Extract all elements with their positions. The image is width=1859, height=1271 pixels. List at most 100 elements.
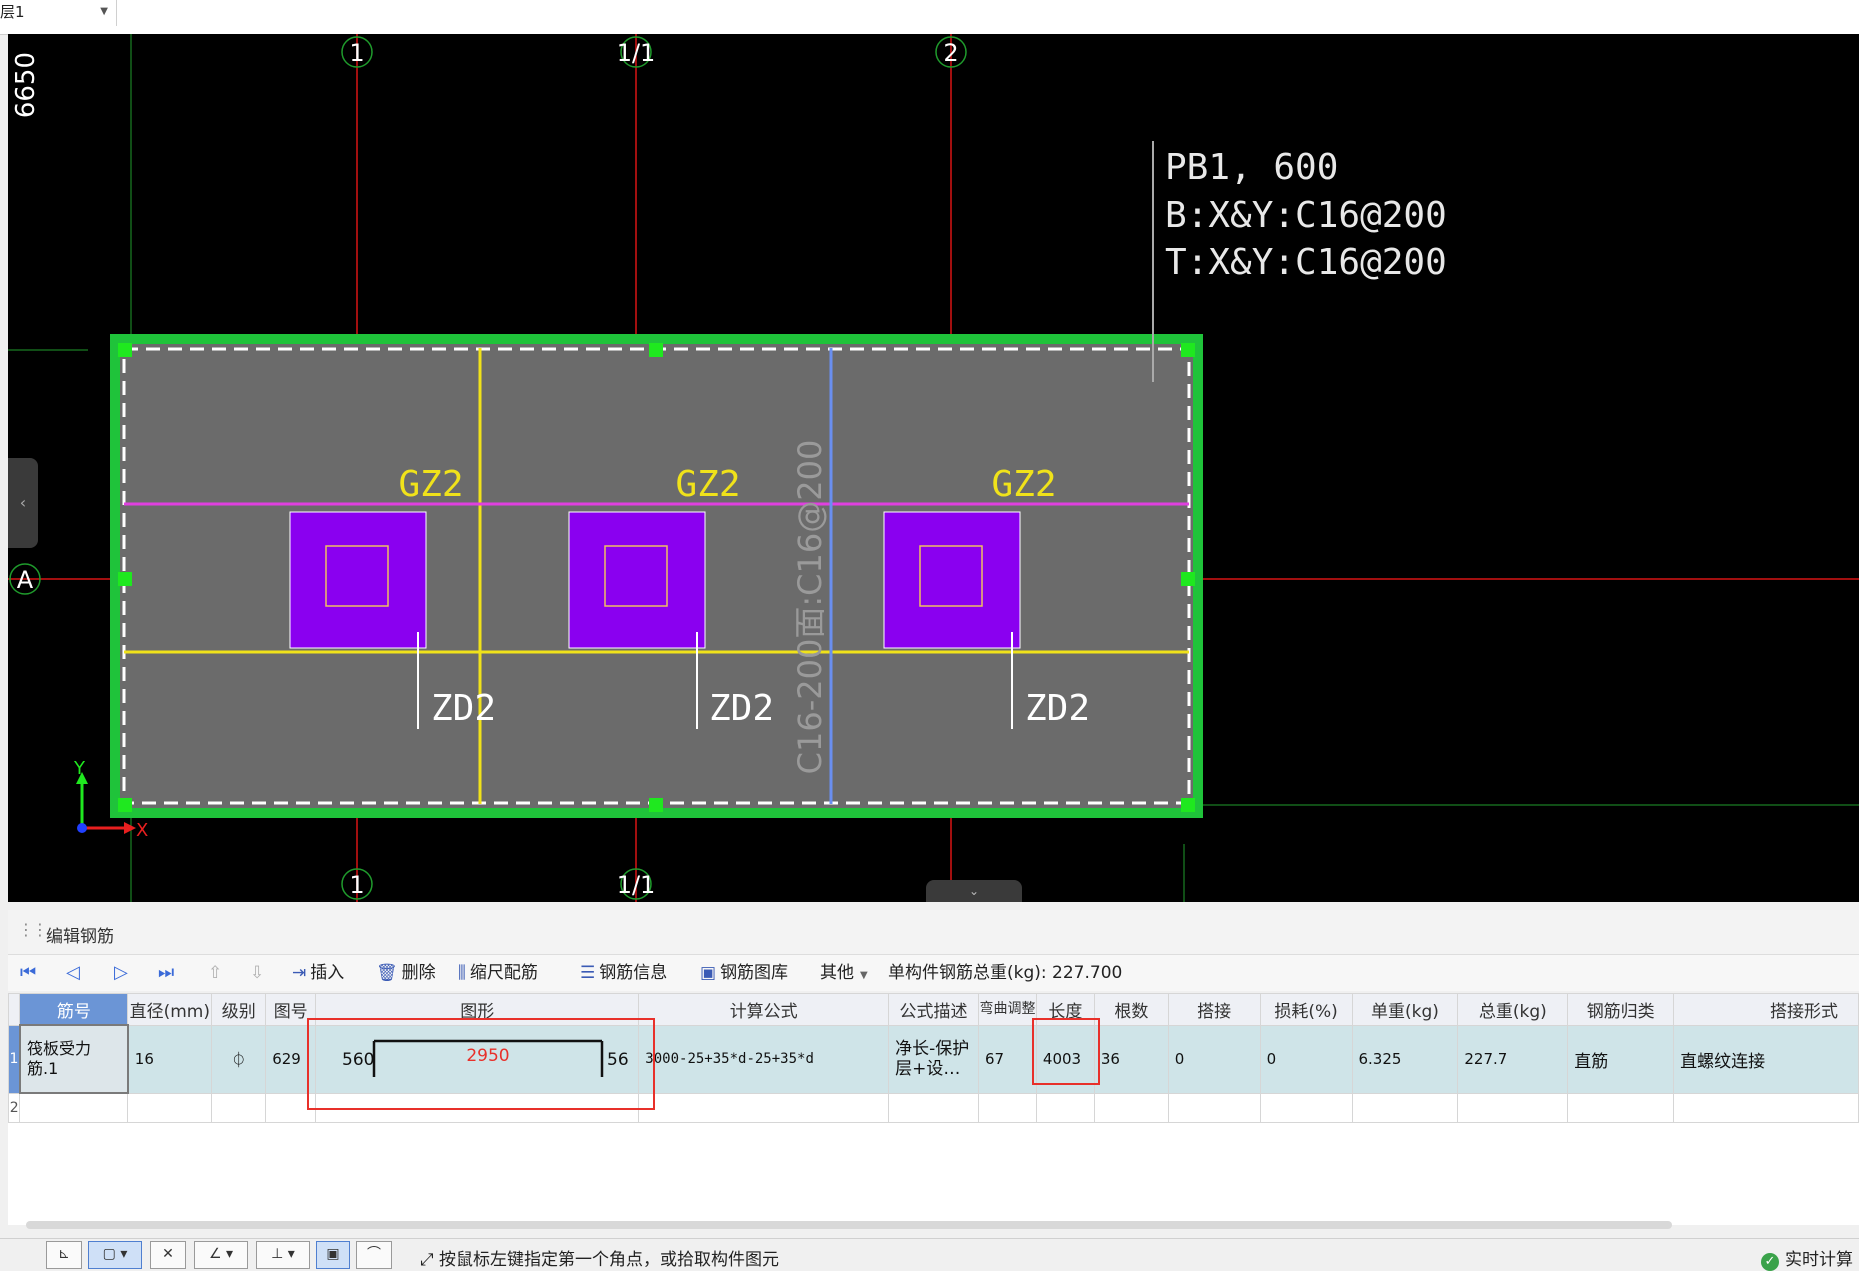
empty-cell[interactable]: [1351, 1092, 1459, 1123]
panel-title: 编辑钢筋: [46, 927, 114, 947]
drawing-canvas[interactable]: 6650 1 1/1 2 1 1/1 2 A: [8, 34, 1859, 902]
insert-icon: ⇥: [292, 963, 307, 983]
empty-cell[interactable]: [1673, 1092, 1859, 1123]
column-header[interactable]: 筋号: [19, 993, 129, 1026]
empty-cell[interactable]: [265, 1092, 317, 1123]
cell-lap[interactable]: 0: [1167, 1024, 1261, 1094]
grip-point[interactable]: [649, 798, 663, 812]
rebar-toolbar: ⏮ ◁ ▷ ⏭ ⇧ ⇩ ⇥ 插入 🗑 删除 ⫼ 缩尺配筋 ☰ 钢筋信息 ▣ 钢筋图库 其他…: [8, 955, 1859, 991]
empty-cell[interactable]: [1093, 1092, 1169, 1123]
layer-dropdown[interactable]: 层1 ▼: [0, 0, 117, 26]
empty-cell[interactable]: [1567, 1092, 1675, 1123]
empty-cell[interactable]: [19, 1092, 129, 1123]
cross-tool-icon[interactable]: ✕: [150, 1241, 186, 1269]
rect-select-tool-icon[interactable]: ▢ ▾: [88, 1241, 142, 1269]
cell-count[interactable]: 36: [1093, 1024, 1169, 1094]
cad-drawing[interactable]: 6650 1 1/1 2 1 1/1 2 A: [8, 34, 1859, 902]
column-header[interactable]: 长度: [1035, 993, 1095, 1026]
arc-tool-icon[interactable]: ⌒: [356, 1241, 392, 1269]
rebar-table: 筋号 直径(mm) 级别 图号 图形 计算公式 公式描述 弯曲调整 长度 根数 …: [7, 993, 1859, 1225]
empty-cell[interactable]: [127, 1092, 213, 1123]
ortho-tool-icon[interactable]: ⊾: [46, 1241, 82, 1269]
empty-cell[interactable]: [211, 1092, 267, 1123]
gz-label: GZ2: [398, 464, 463, 505]
cell-formula-desc[interactable]: 净长-保护层+设…: [888, 1024, 979, 1094]
shape-right-length[interactable]: 560: [607, 1050, 628, 1070]
column-zd2[interactable]: [568, 511, 706, 649]
cell-fig-no[interactable]: 629: [265, 1024, 317, 1094]
empty-cell[interactable]: [1035, 1092, 1095, 1123]
check-circle-icon: ✓: [1761, 1253, 1779, 1271]
empty-cell[interactable]: [978, 1092, 1037, 1123]
column-header[interactable]: 弯曲调整: [978, 993, 1037, 1026]
cell-formula[interactable]: 3000-25+35*d-25+35*d: [638, 1024, 890, 1094]
column-zd2[interactable]: [289, 511, 427, 649]
prev-record-icon[interactable]: ◁: [66, 961, 80, 985]
scale-rebar-button[interactable]: ⫼ 缩尺配筋: [458, 961, 538, 985]
column-header[interactable]: 钢筋归类: [1567, 993, 1675, 1026]
table-row[interactable]: 1 筏板受力筋.1 16 ⏀ 629 560 2950 560 3000-25+…: [7, 1024, 1859, 1094]
row-number[interactable]: 1: [7, 1024, 21, 1094]
next-record-icon[interactable]: ▷: [114, 961, 128, 985]
column-header[interactable]: 计算公式: [638, 993, 890, 1026]
cell-shape[interactable]: 560 2950 560: [315, 1024, 640, 1094]
first-record-icon[interactable]: ⏮: [20, 961, 36, 985]
collapse-left-tab[interactable]: ‹: [8, 458, 38, 548]
column-header[interactable]: 级别: [211, 993, 267, 1026]
table-row[interactable]: 2: [7, 1092, 1859, 1123]
column-header[interactable]: 图号: [265, 993, 317, 1026]
delete-button[interactable]: 🗑 删除: [376, 961, 436, 985]
rebar-library-button[interactable]: ▣ 钢筋图库: [700, 961, 788, 985]
grip-point[interactable]: [649, 343, 663, 357]
empty-cell[interactable]: [1259, 1092, 1353, 1123]
cell-total-weight[interactable]: 227.7: [1457, 1024, 1569, 1094]
snap-tool-icon[interactable]: ⊥ ▾: [256, 1241, 310, 1269]
column-header[interactable]: 搭接形式: [1673, 993, 1859, 1026]
axis-label-top: 1: [349, 39, 364, 67]
row-number[interactable]: 2: [7, 1092, 21, 1123]
cell-grade[interactable]: ⏀: [211, 1024, 267, 1094]
move-up-icon[interactable]: ⇧: [208, 961, 222, 985]
column-header[interactable]: 搭接: [1167, 993, 1261, 1026]
empty-cell[interactable]: [1457, 1092, 1569, 1123]
column-header[interactable]: 根数: [1093, 993, 1169, 1026]
rebar-info-button[interactable]: ☰ 钢筋信息: [580, 961, 667, 985]
empty-cell[interactable]: [315, 1092, 640, 1123]
shape-mid-length[interactable]: 2950: [467, 1046, 510, 1066]
insert-button[interactable]: ⇥ 插入: [292, 961, 344, 985]
display-tool-icon[interactable]: ▣: [316, 1241, 350, 1269]
cell-bend-adjust[interactable]: 67: [978, 1024, 1037, 1094]
shape-left-length[interactable]: 560: [342, 1050, 374, 1070]
column-header[interactable]: 公式描述: [888, 993, 979, 1026]
column-header[interactable]: 总重(kg): [1457, 993, 1569, 1026]
move-down-icon[interactable]: ⇩: [250, 961, 264, 985]
grip-point[interactable]: [1181, 572, 1195, 586]
grip-point[interactable]: [118, 798, 132, 812]
column-zd2[interactable]: [883, 511, 1021, 649]
empty-cell[interactable]: [1167, 1092, 1261, 1123]
last-record-icon[interactable]: ⏭: [158, 961, 174, 985]
cell-category[interactable]: 直筋: [1567, 1024, 1675, 1094]
angle-tool-icon[interactable]: ∠ ▾: [194, 1241, 248, 1269]
grip-point[interactable]: [1181, 343, 1195, 357]
expand-bottom-tab[interactable]: ⌄: [926, 880, 1022, 902]
column-header[interactable]: 损耗(%): [1259, 993, 1353, 1026]
column-header[interactable]: 直径(mm): [127, 993, 213, 1026]
other-dropdown[interactable]: 其他 ▼: [820, 961, 868, 985]
cell-length[interactable]: 4003: [1035, 1024, 1095, 1094]
empty-cell[interactable]: [638, 1092, 890, 1123]
horizontal-scrollbar[interactable]: [26, 1221, 1672, 1229]
cell-lap-type[interactable]: 直螺纹连接: [1673, 1024, 1859, 1094]
empty-cell[interactable]: [888, 1092, 979, 1123]
grip-point[interactable]: [118, 343, 132, 357]
column-header[interactable]: 单重(kg): [1351, 993, 1459, 1026]
grip-point[interactable]: [1181, 798, 1195, 812]
column-header[interactable]: 图形: [315, 993, 640, 1026]
cell-loss[interactable]: 0: [1259, 1024, 1353, 1094]
realtime-calc-indicator[interactable]: ✓ 实时计算: [1761, 1245, 1853, 1271]
grip-point[interactable]: [118, 572, 132, 586]
cell-rebar-name[interactable]: 筏板受力筋.1: [18, 1024, 129, 1094]
drag-grip-icon[interactable]: ⋮⋮: [18, 920, 48, 939]
cell-unit-weight[interactable]: 6.325: [1351, 1024, 1459, 1094]
cell-diameter[interactable]: 16: [127, 1024, 213, 1094]
